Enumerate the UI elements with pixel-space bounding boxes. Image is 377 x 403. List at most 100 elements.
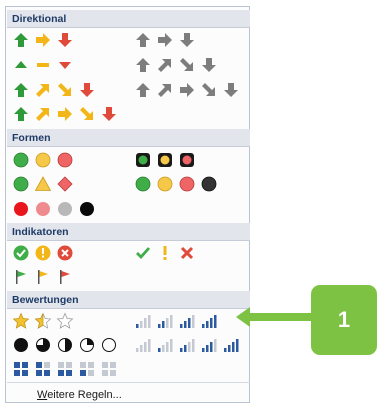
box-rating-icon [34, 360, 52, 378]
arrow-up-icon [134, 56, 152, 74]
cross-icon [178, 244, 196, 262]
iconset-4-traffic-lights[interactable] [132, 175, 242, 195]
iconset-5-quarters[interactable] [10, 336, 128, 356]
iconset-3-symbols-uncircled[interactable] [132, 244, 212, 264]
arrow-up-icon [12, 105, 30, 123]
exclamation-icon [156, 244, 174, 262]
arrow-right-icon [178, 81, 196, 99]
quarter-circle-icon [34, 336, 52, 354]
arrow-down-icon [100, 105, 118, 123]
category-shapes: Formen [7, 129, 250, 147]
iconset-3-symbols-circled[interactable] [10, 244, 90, 264]
arrow-up-icon [134, 31, 152, 49]
arrow-up-icon [12, 81, 30, 99]
more-rules-label: eitere Regeln... [47, 389, 122, 401]
flag-icon [56, 268, 74, 286]
star-empty-icon [56, 312, 74, 330]
signal-bars-icon [200, 336, 218, 354]
arrow-down-icon [222, 81, 240, 99]
arrow-up-icon [12, 31, 30, 49]
iconset-3-arrows-colored[interactable] [10, 31, 90, 51]
circle-icon [12, 200, 30, 218]
circle-icon [12, 175, 30, 193]
quarter-circle-icon [100, 336, 118, 354]
circle-icon [56, 200, 74, 218]
check-circle-icon [12, 244, 30, 262]
iconset-4-arrows-gray[interactable] [132, 56, 242, 76]
circle-icon [12, 151, 30, 169]
box-rating-icon [78, 360, 96, 378]
iconset-5-arrows-gray[interactable] [132, 81, 250, 101]
traffic-light-icon [178, 151, 196, 169]
box-rating-icon [100, 360, 118, 378]
signal-bars-icon [222, 336, 240, 354]
circle-icon [156, 175, 174, 193]
traffic-light-icon [134, 151, 152, 169]
circle-icon [34, 200, 52, 218]
flag-icon [12, 268, 30, 286]
arrow-down-right-icon [78, 105, 96, 123]
arrow-right-icon [34, 31, 52, 49]
signal-bars-icon [156, 312, 174, 330]
triangle-up-icon [12, 56, 30, 74]
iconset-3-flags[interactable] [10, 268, 90, 288]
signal-bars-icon [134, 312, 152, 330]
category-directional: Direktional [7, 10, 250, 28]
iconset-5-boxes[interactable] [10, 360, 128, 380]
category-indicators: Indikatoren [7, 223, 250, 241]
callout-arrow-icon [236, 307, 312, 327]
circle-icon [178, 175, 196, 193]
arrow-right-icon [156, 31, 174, 49]
circle-icon [134, 175, 152, 193]
category-ratings: Bewertungen [7, 291, 250, 309]
triangle-down-icon [56, 56, 74, 74]
signal-bars-icon [178, 336, 196, 354]
iconset-3-triangles[interactable] [10, 56, 90, 76]
arrow-down-icon [78, 81, 96, 99]
iconset-5-ratings-bars[interactable] [132, 336, 250, 356]
star-icon [12, 312, 30, 330]
diamond-icon [56, 175, 74, 193]
cross-circle-icon [56, 244, 74, 262]
arrow-down-right-icon [200, 81, 218, 99]
callout-badge: 1 [311, 285, 377, 355]
icon-sets-menu: Direktional Formen Indikatoren Bewertung… [5, 6, 250, 403]
arrow-down-icon [200, 56, 218, 74]
iconset-3-arrows-gray[interactable] [132, 31, 212, 51]
quarter-circle-icon [12, 336, 30, 354]
iconset-3-stars[interactable] [10, 312, 90, 332]
iconset-red-to-black[interactable] [10, 200, 120, 220]
menu-separator [7, 382, 250, 383]
box-rating-icon [12, 360, 30, 378]
flag-icon [34, 268, 52, 286]
iconset-5-arrows-colored[interactable] [10, 105, 128, 125]
dash-icon [34, 56, 52, 74]
arrow-down-right-icon [56, 81, 74, 99]
signal-bars-icon [178, 312, 196, 330]
more-rules-accelerator: W [37, 389, 48, 401]
more-rules-link[interactable]: Weitere Regeln... [37, 389, 122, 401]
arrow-up-right-icon [34, 105, 52, 123]
signal-bars-icon [200, 312, 218, 330]
signal-bars-icon [134, 336, 152, 354]
circle-icon [78, 200, 96, 218]
arrow-down-icon [56, 31, 74, 49]
iconset-4-arrows-colored[interactable] [10, 81, 120, 101]
traffic-light-icon [156, 151, 174, 169]
arrow-down-right-icon [178, 56, 196, 74]
arrow-up-right-icon [156, 56, 174, 74]
star-half-icon [34, 312, 52, 330]
iconset-3-signs[interactable] [10, 175, 90, 195]
iconset-3-traffic-lights-rimmed[interactable] [132, 151, 212, 171]
quarter-circle-icon [78, 336, 96, 354]
box-rating-icon [56, 360, 74, 378]
check-icon [134, 244, 152, 262]
quarter-circle-icon [56, 336, 74, 354]
circle-icon [56, 151, 74, 169]
iconset-3-traffic-lights-unrimmed[interactable] [10, 151, 90, 171]
arrow-down-icon [178, 31, 196, 49]
arrow-up-icon [134, 81, 152, 99]
iconset-4-ratings-bars[interactable] [132, 312, 242, 332]
circle-icon [200, 175, 218, 193]
exclamation-circle-icon [34, 244, 52, 262]
